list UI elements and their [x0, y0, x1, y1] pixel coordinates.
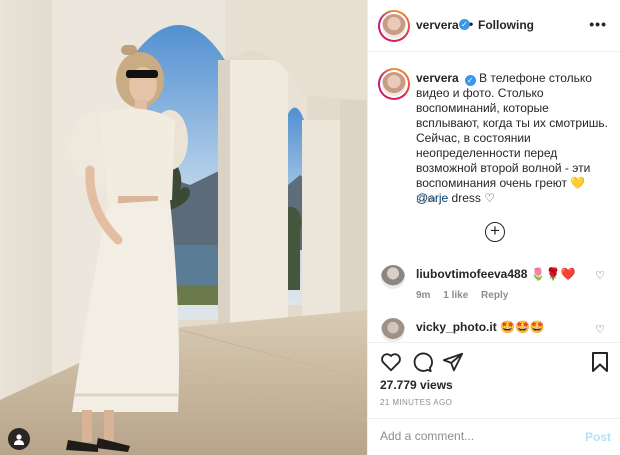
comment-likes[interactable]: 1 like	[443, 290, 468, 301]
verified-badge-icon: ✓	[464, 75, 476, 86]
header-separator: •	[469, 17, 474, 31]
caption-username[interactable]: ververa	[416, 71, 459, 85]
comment-body: vicky_photo.it 🤩🤩🤩	[416, 320, 545, 334]
post-timestamp[interactable]: 21 MINUTES AGO	[380, 398, 452, 407]
commenter-username[interactable]: vicky_photo.it	[416, 320, 497, 334]
caption-text: В телефоне столько видео и фото. Столько…	[416, 71, 608, 190]
caption-timestamp[interactable]: 21m	[416, 194, 435, 205]
post-photo	[0, 0, 367, 455]
following-button[interactable]: Following	[478, 18, 534, 32]
commenter-avatar[interactable]	[381, 265, 405, 289]
comment-text: 🌷🌹❤️	[530, 267, 576, 281]
post-details-panel: ververa ✓ • Following ••• ververa ✓ В тел…	[367, 0, 620, 455]
yellow-heart-emoji: 💛	[570, 176, 586, 190]
comment-icon[interactable]	[411, 351, 433, 373]
view-count[interactable]: 27.779 views	[380, 378, 453, 392]
comment-time[interactable]: 9m	[416, 290, 430, 301]
share-send-icon[interactable]	[442, 351, 464, 373]
caption-dress-text: dress	[448, 191, 485, 205]
reply-button[interactable]: Reply	[481, 290, 508, 301]
more-options-icon[interactable]: •••	[589, 16, 607, 32]
comment-like-heart-icon[interactable]: ♡	[595, 323, 605, 336]
comment-input[interactable]	[380, 429, 570, 443]
author-username[interactable]: ververa	[416, 18, 459, 32]
comment-text: 🤩🤩🤩	[500, 320, 545, 334]
author-avatar[interactable]	[378, 10, 410, 42]
commenter-username[interactable]: liubovtimofeeva488	[416, 267, 527, 281]
commenter-avatar[interactable]	[381, 318, 405, 342]
outline-heart-icon: ♡	[484, 191, 495, 205]
user-icon	[14, 434, 24, 445]
caption-author-avatar[interactable]	[378, 68, 410, 100]
post-media[interactable]	[0, 0, 367, 455]
like-heart-icon[interactable]	[380, 351, 402, 373]
tagged-users-button[interactable]	[8, 428, 30, 450]
post-header: ververa ✓ • Following •••	[368, 0, 620, 52]
comment-meta: 9m 1 like Reply	[416, 290, 518, 301]
post-comment-button[interactable]: Post	[585, 430, 611, 444]
add-comment-bar: Post	[368, 418, 620, 455]
post-caption: ververa ✓ В телефоне столько видео и фото…	[416, 71, 612, 206]
load-more-comments-icon[interactable]: +	[485, 222, 505, 242]
bookmark-icon[interactable]	[591, 351, 609, 373]
comment-body: liubovtimofeeva488 🌷🌹❤️	[416, 267, 576, 281]
comment-like-heart-icon[interactable]: ♡	[595, 269, 605, 282]
